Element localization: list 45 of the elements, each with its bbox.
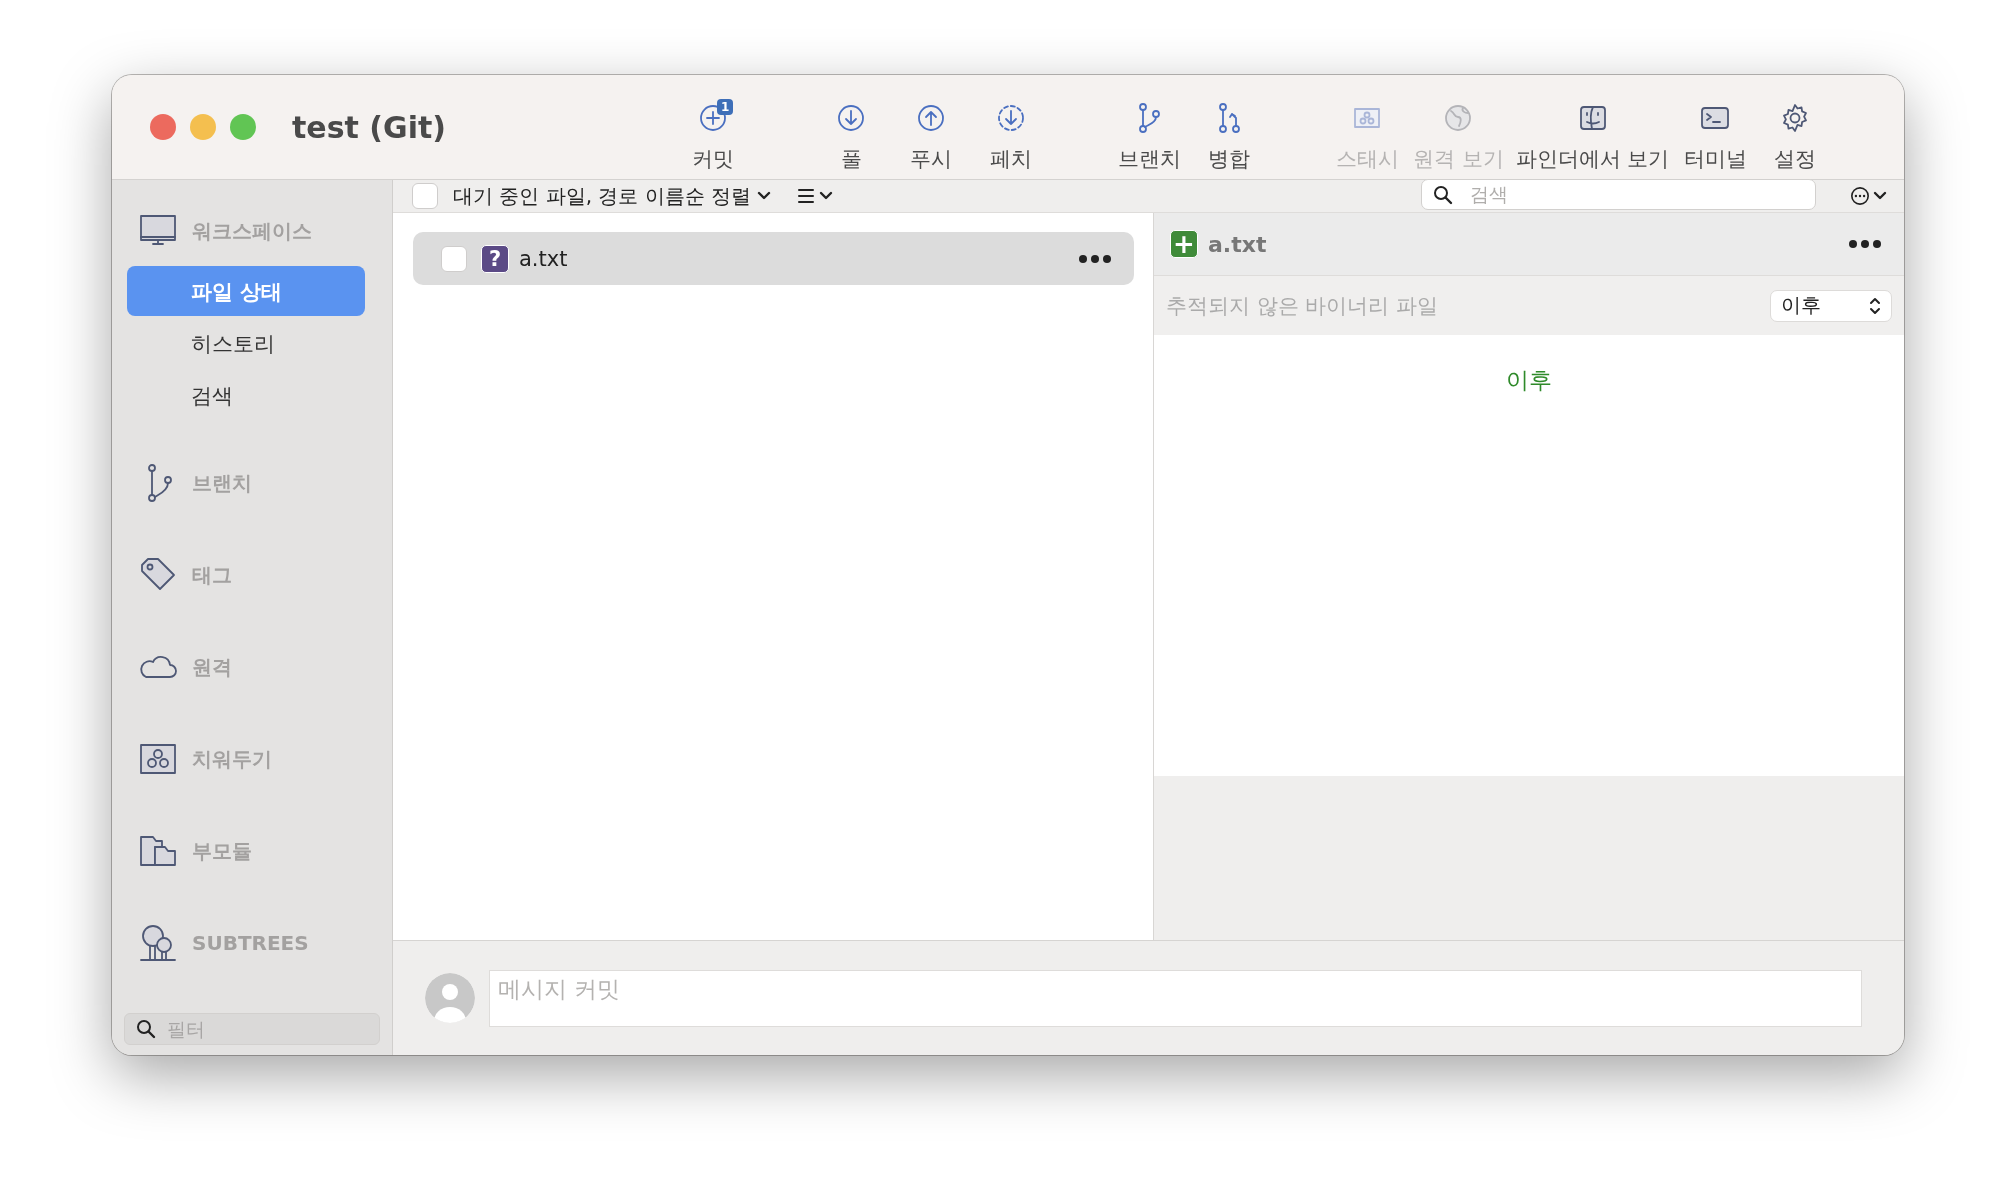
sidebar-section-label: 워크스페이스 — [192, 217, 312, 245]
minimize-button[interactable] — [190, 114, 216, 140]
toolbar-button[interactable]: 푸시 — [891, 75, 971, 179]
diff-side-label: 이후 — [1506, 366, 1552, 395]
count-badge: 1 — [717, 99, 734, 115]
sidebar-section-label: SUBTREES — [192, 931, 309, 955]
toolbar-button[interactable]: 브랜치 — [1109, 75, 1189, 179]
version-select[interactable]: 이후 — [1770, 289, 1892, 322]
file-row[interactable]: ? a.txt — [413, 232, 1134, 285]
toolbar-button[interactable]: 풀 — [811, 75, 891, 179]
diff-message: 추적되지 않은 바이너리 파일 — [1166, 292, 1440, 320]
sidebar-section-label: 원격 — [192, 653, 232, 681]
up-down-chevron-icon — [1869, 295, 1881, 316]
trees-icon — [138, 923, 178, 963]
commit-message-field[interactable]: 메시지 커밋 — [489, 969, 1862, 1027]
toolbar-button[interactable]: 터미널 — [1675, 75, 1756, 179]
sidebar-section-label: 부모듈 — [192, 837, 252, 865]
sidebar-item[interactable]: 히스토리 — [127, 318, 365, 368]
sidebar-section-label: 브랜치 — [192, 469, 252, 497]
checkbox[interactable] — [412, 183, 438, 209]
more-button[interactable] — [1848, 238, 1882, 250]
window-title: test (Git) — [292, 109, 446, 145]
sidebar-section-label: 치워두기 — [192, 745, 272, 773]
search-field[interactable]: 검색 — [1421, 178, 1816, 210]
sidebar-item[interactable]: 검색 — [127, 370, 365, 420]
toolbar-button[interactable]: 커밋 1 — [673, 75, 753, 179]
ellipsis-icon — [1848, 238, 1882, 250]
zoom-button[interactable] — [230, 114, 256, 140]
status-badge: + — [1170, 230, 1198, 258]
toolbar-button[interactable]: 병합 — [1189, 75, 1269, 179]
toolbar-button[interactable]: 페치 — [971, 75, 1051, 179]
toolbar-button[interactable]: 파인더에서 보기 — [1509, 75, 1676, 179]
avatar-icon — [425, 973, 475, 1023]
ellipsis-icon — [1078, 252, 1112, 265]
checkbox[interactable] — [441, 245, 467, 272]
close-button[interactable] — [150, 114, 176, 140]
sort-dropdown[interactable]: 대기 중인 파일, 경로 이름순 정렬 — [453, 182, 752, 210]
file-name: a.txt — [519, 246, 569, 271]
file-name: a.txt — [1208, 231, 1268, 257]
ellipsis-icon — [1850, 186, 1870, 206]
more-button[interactable] — [1078, 252, 1112, 265]
list-icon — [796, 186, 817, 206]
sidebar-section-label: 태그 — [192, 561, 232, 589]
status-badge: ? — [481, 244, 509, 273]
toolbar-button[interactable]: 설정 — [1755, 75, 1836, 179]
